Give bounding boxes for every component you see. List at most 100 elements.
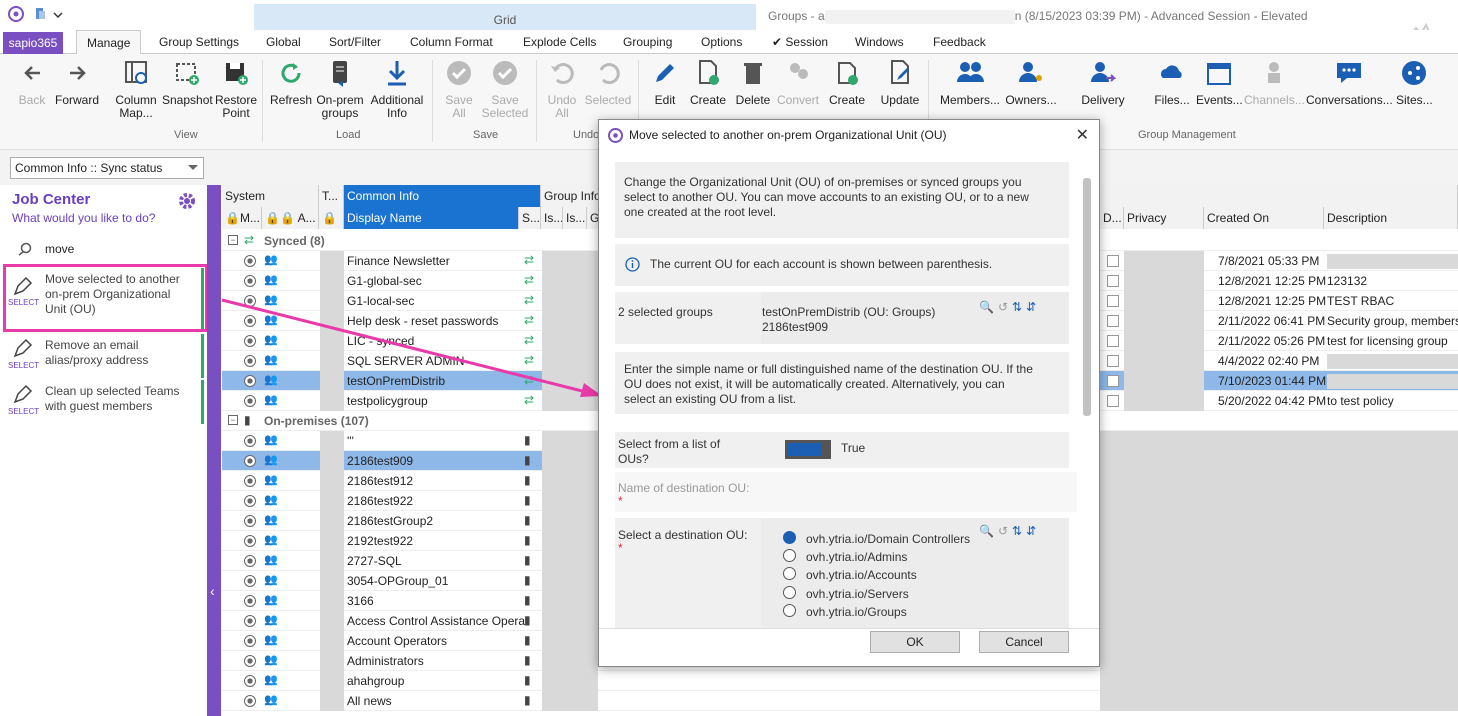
- tab-windows[interactable]: Windows: [855, 30, 904, 54]
- job-search-input[interactable]: move: [12, 238, 202, 260]
- tab-session[interactable]: ✔ Session: [772, 30, 828, 54]
- update-button[interactable]: Update: [878, 58, 922, 107]
- radio-icon[interactable]: [244, 255, 256, 267]
- sort-icon[interactable]: ⇅: [1012, 524, 1026, 538]
- members-button[interactable]: Members...: [938, 58, 1002, 107]
- radio-icon[interactable]: [244, 475, 256, 487]
- save-selected-button[interactable]: Save Selected: [480, 58, 530, 120]
- ou-option[interactable]: ovh.ytria.io/Servers: [806, 587, 909, 602]
- radio-icon[interactable]: [244, 595, 256, 607]
- sites-button[interactable]: Sites...: [1396, 58, 1433, 107]
- radio-icon[interactable]: [244, 575, 256, 587]
- restore-point-button[interactable]: Restore Point: [214, 58, 258, 120]
- column-map-button[interactable]: Column Map...: [112, 58, 160, 120]
- checkbox[interactable]: [1107, 355, 1119, 367]
- checkbox[interactable]: [1107, 295, 1119, 307]
- radio-icon[interactable]: [244, 535, 256, 547]
- job-item-remove-alias[interactable]: SELECT Remove an email alias/proxy addre…: [4, 334, 204, 378]
- header-system[interactable]: System: [222, 185, 319, 207]
- radio-icon[interactable]: [244, 615, 256, 627]
- header-common-info[interactable]: Common Info: [344, 185, 541, 207]
- ou-option[interactable]: ovh.ytria.io/Accounts: [806, 568, 917, 583]
- tab-options[interactable]: Options: [701, 30, 742, 54]
- sort-icon[interactable]: ⇅: [1012, 300, 1026, 314]
- cancel-button[interactable]: Cancel: [979, 631, 1069, 653]
- dialog-scrollbar[interactable]: [1083, 178, 1091, 416]
- events-button[interactable]: Events...: [1196, 58, 1243, 107]
- radio-icon[interactable]: [244, 655, 256, 667]
- header-s[interactable]: S...: [519, 207, 541, 229]
- sort-alt-icon[interactable]: ⇵: [1026, 300, 1040, 314]
- ou-option[interactable]: ovh.ytria.io/Admins: [806, 550, 907, 565]
- header-privacy[interactable]: Privacy: [1124, 207, 1204, 229]
- ou-radio[interactable]: [783, 586, 796, 599]
- sidebar-collapse-button[interactable]: ‹: [207, 185, 221, 716]
- table-row[interactable]: 👥 All news ▮: [222, 691, 1458, 711]
- tab-global[interactable]: Global: [266, 30, 301, 54]
- sort-alt-icon[interactable]: ⇵: [1026, 524, 1040, 538]
- create-copy-button[interactable]: Create: [826, 58, 868, 107]
- edit-button[interactable]: Edit: [648, 58, 682, 107]
- checkbox[interactable]: [1107, 275, 1119, 287]
- ou-radio[interactable]: [783, 567, 796, 580]
- checkbox[interactable]: [1107, 395, 1119, 407]
- checkbox[interactable]: [1107, 255, 1119, 267]
- radio-icon[interactable]: [244, 695, 256, 707]
- back-button[interactable]: Back: [18, 58, 46, 107]
- header-t[interactable]: T...: [319, 185, 344, 207]
- convert-button[interactable]: Convert: [776, 58, 820, 107]
- tab-manage[interactable]: Manage: [76, 30, 142, 55]
- quick-access-icon[interactable]: [34, 6, 64, 22]
- close-icon[interactable]: ✕: [1076, 125, 1089, 145]
- toggle-switch[interactable]: [785, 440, 831, 459]
- radio-icon[interactable]: [244, 555, 256, 567]
- gear-icon[interactable]: [178, 192, 196, 210]
- header-d[interactable]: D...: [1100, 207, 1124, 229]
- checkbox[interactable]: [1107, 375, 1119, 387]
- radio-icon[interactable]: [244, 455, 256, 467]
- job-item-cleanup-teams[interactable]: SELECT Clean up selected Teams with gues…: [4, 380, 204, 424]
- save-all-button[interactable]: Save All: [440, 58, 478, 120]
- reset-icon[interactable]: ↺: [998, 524, 1012, 538]
- create-button[interactable]: Create: [688, 58, 728, 107]
- table-row[interactable]: 👥 ahahgroup ▮: [222, 671, 1458, 691]
- tab-explode-cells[interactable]: Explode Cells: [523, 30, 596, 54]
- collapse-icon[interactable]: −: [228, 235, 238, 245]
- context-tab-grid[interactable]: Grid: [254, 4, 756, 30]
- refresh-button[interactable]: Refresh: [270, 58, 312, 107]
- header-description[interactable]: Description: [1324, 207, 1458, 229]
- owners-button[interactable]: Owners...: [1004, 58, 1058, 107]
- ou-radio-selected[interactable]: [783, 531, 796, 544]
- header-created-on[interactable]: Created On: [1204, 207, 1324, 229]
- tab-sort-filter[interactable]: Sort/Filter: [329, 30, 381, 54]
- undo-selected-button[interactable]: Selected: [584, 58, 632, 107]
- tab-grouping[interactable]: Grouping: [623, 30, 672, 54]
- undo-all-button[interactable]: Undo All: [544, 58, 580, 120]
- radio-icon[interactable]: [244, 495, 256, 507]
- view-select[interactable]: Common Info :: Sync status: [10, 157, 204, 179]
- radio-icon[interactable]: [244, 275, 256, 287]
- tab-column-format[interactable]: Column Format: [410, 30, 493, 54]
- ok-button[interactable]: OK: [870, 631, 960, 653]
- header-display-name[interactable]: Display Name: [344, 207, 519, 229]
- tab-feedback[interactable]: Feedback: [933, 30, 986, 54]
- radio-icon[interactable]: [244, 515, 256, 527]
- search-icon[interactable]: 🔍: [979, 524, 998, 538]
- ou-radio[interactable]: [783, 604, 796, 617]
- header-group-info[interactable]: Group Info: [541, 185, 601, 207]
- additional-info-button[interactable]: Additional Info: [368, 58, 426, 120]
- onprem-groups-button[interactable]: On-prem groups: [314, 58, 366, 120]
- files-button[interactable]: Files...: [1152, 58, 1192, 107]
- collapse-icon[interactable]: −: [228, 415, 238, 425]
- conversations-button[interactable]: Conversations...: [1306, 58, 1393, 107]
- header-lock[interactable]: 🔒: [319, 207, 344, 229]
- delivery-button[interactable]: Delivery: [1080, 58, 1126, 107]
- header-is1[interactable]: Is...: [541, 207, 563, 229]
- tab-sapio365[interactable]: sapio365: [3, 32, 63, 54]
- reset-icon[interactable]: ↺: [998, 300, 1012, 314]
- radio-icon[interactable]: [244, 435, 256, 447]
- ou-option[interactable]: ovh.ytria.io/Domain Controllers: [806, 532, 970, 547]
- forward-button[interactable]: Forward: [54, 58, 100, 107]
- header-m[interactable]: 🔒M...: [222, 207, 262, 229]
- snapshot-button[interactable]: Snapshot: [162, 58, 213, 107]
